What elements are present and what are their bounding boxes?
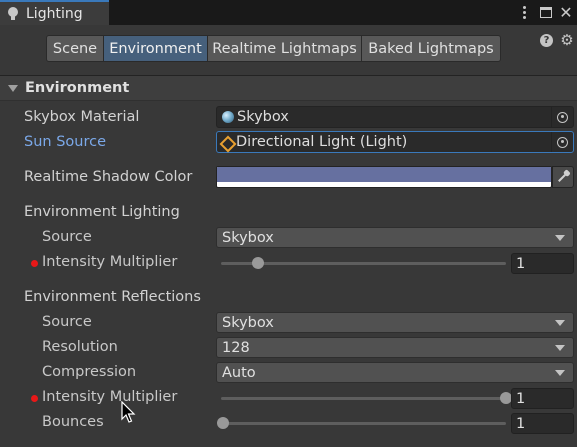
override-indicator [31, 395, 38, 402]
lighting-intensity-input[interactable]: 1 [511, 253, 574, 274]
bounces-label: Bounces [42, 414, 104, 430]
lighting-source-value: Skybox [222, 229, 274, 246]
lighting-window-tab[interactable]: Lighting [0, 0, 109, 25]
environment-lighting-header: Environment Lighting [24, 204, 180, 220]
reflections-intensity-label: Intensity Multiplier [42, 389, 178, 405]
directional-light-icon [221, 136, 234, 149]
resolution-label: Resolution [42, 339, 118, 355]
section-title: Environment [25, 80, 130, 96]
sun-source-field[interactable]: Directional Light (Light) [216, 131, 574, 153]
environment-section-header[interactable]: Environment [0, 76, 577, 101]
reflections-intensity-slider-track[interactable] [221, 397, 506, 400]
reflections-source-dropdown[interactable]: Skybox [216, 312, 574, 333]
reflections-source-value: Skybox [222, 314, 274, 331]
eyedropper-icon[interactable] [552, 166, 574, 188]
compression-dropdown[interactable]: Auto [216, 362, 574, 383]
color-swatch [217, 167, 551, 182]
tab-scene[interactable]: Scene [46, 35, 104, 62]
shadow-color-field[interactable] [216, 166, 552, 188]
lighting-source-label: Source [42, 229, 92, 245]
tab-realtime-lightmaps[interactable]: Realtime Lightmaps [207, 35, 362, 62]
chevron-down-icon [555, 320, 565, 326]
lightbulb-icon [8, 6, 18, 21]
compression-value: Auto [222, 364, 256, 381]
lighting-source-dropdown[interactable]: Skybox [216, 227, 574, 248]
skybox-material-label: Skybox Material [24, 109, 140, 125]
help-icon[interactable]: ? [540, 34, 553, 47]
compression-label: Compression [42, 364, 137, 380]
maximize-icon[interactable] [537, 2, 555, 22]
lighting-intensity-slider-thumb[interactable] [252, 257, 265, 269]
chevron-down-icon [555, 235, 565, 241]
window-tab-title: Lighting [26, 5, 83, 22]
sun-source-value: Directional Light (Light) [236, 134, 408, 150]
chevron-down-icon [555, 370, 565, 376]
bounces-input[interactable]: 1 [511, 413, 574, 434]
override-indicator [31, 260, 38, 267]
window-titlebar: Lighting ✕ [0, 0, 577, 25]
shadow-color-label: Realtime Shadow Color [24, 169, 193, 185]
bounces-slider-track[interactable] [221, 422, 506, 425]
skybox-material-value: Skybox [237, 109, 289, 125]
skybox-material-field[interactable]: Skybox [216, 106, 574, 128]
bounces-slider-thumb[interactable] [217, 417, 229, 429]
sphere-icon [222, 111, 234, 123]
reflections-intensity-input[interactable]: 1 [511, 388, 574, 409]
resolution-dropdown[interactable]: 128 [216, 337, 574, 358]
object-picker-icon[interactable] [551, 107, 573, 127]
lighting-intensity-label: Intensity Multiplier [42, 254, 178, 270]
chevron-down-icon [555, 345, 565, 351]
lighting-subtabs: Scene Environment Realtime Lightmaps Bak… [46, 35, 501, 62]
more-options-icon[interactable] [515, 2, 533, 22]
sun-source-label: Sun Source [24, 134, 106, 150]
reflections-source-label: Source [42, 314, 92, 330]
object-picker-icon[interactable] [551, 132, 573, 152]
environment-reflections-header: Environment Reflections [24, 289, 201, 305]
foldout-arrow-icon[interactable] [8, 84, 18, 92]
close-icon[interactable]: ✕ [557, 2, 575, 22]
tab-baked-lightmaps[interactable]: Baked Lightmaps [361, 35, 501, 62]
resolution-value: 128 [222, 339, 250, 356]
gear-icon[interactable]: ⚙ [559, 32, 575, 48]
tab-environment[interactable]: Environment [103, 35, 208, 62]
mouse-cursor-icon [121, 401, 136, 423]
